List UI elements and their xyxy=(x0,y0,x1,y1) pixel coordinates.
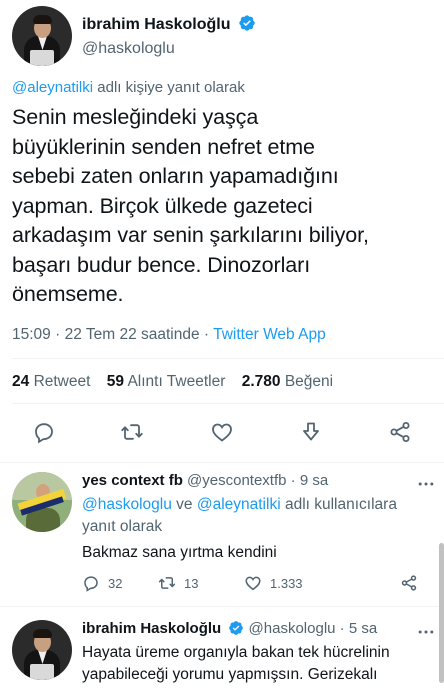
more-options-icon[interactable] xyxy=(416,474,436,494)
retweets-count: 24 xyxy=(12,373,30,390)
reply-time[interactable]: 9 sa xyxy=(300,472,328,489)
reply-action-bar: 32 13 1.333 xyxy=(82,574,442,594)
retweet-icon xyxy=(158,577,176,589)
tweet-text-line: yapman. Birçok ülkede gazeteci xyxy=(12,193,313,218)
author-handle[interactable]: @haskologlu xyxy=(82,40,175,58)
tweet-source-link[interactable]: Twitter Web App xyxy=(213,326,326,343)
share-icon[interactable] xyxy=(388,420,412,444)
reply-author-avatar[interactable] xyxy=(12,620,72,680)
reply-context-suffix: adlı kişiye yanıt olarak xyxy=(93,79,245,96)
tweet-time[interactable]: 15:09 xyxy=(12,326,51,343)
tweet-text-line: Senin mesleğindeki yaşça xyxy=(12,105,259,129)
like-count: 1.333 xyxy=(270,575,303,591)
bookmark-icon[interactable] xyxy=(299,420,323,444)
reply-retweet-action[interactable]: 13 xyxy=(158,574,198,592)
like-icon xyxy=(245,576,261,591)
tweet-date[interactable]: 22 Tem 22 saatinde xyxy=(65,326,200,343)
tweet-action-bar xyxy=(0,418,444,448)
tweet-text-line: önemseme. xyxy=(12,282,124,306)
reply-author-name[interactable]: yes context fb xyxy=(82,472,183,489)
reply-body-line: Hayata üreme organıyla bakan tek hücreli… xyxy=(82,644,390,661)
likes-label: Beğeni xyxy=(284,373,334,390)
reply-author-handle[interactable]: @yescontextfb xyxy=(187,472,286,489)
reply-time[interactable]: 5 sa xyxy=(349,620,377,637)
verified-badge-icon xyxy=(229,621,244,635)
meta-separator: · xyxy=(339,620,345,637)
meta-separator: · xyxy=(290,472,296,489)
reply-header: ibrahim Haskoloğlu @haskologlu · 5 sa xyxy=(82,620,377,637)
likes-count: 2.780 xyxy=(241,373,281,390)
reply-context-mention[interactable]: @aleynatilki xyxy=(12,79,93,96)
tweet-stats: 24 Retweet 59 Alıntı Tweetler 2.780 Beğe… xyxy=(12,373,345,391)
reply-body: Bakmaz sana yırtma kendini xyxy=(82,544,277,561)
reply-author-avatar[interactable] xyxy=(12,472,72,532)
reply-author-handle[interactable]: @haskologlu xyxy=(249,620,336,637)
quotes-stat[interactable]: 59 Alıntı Tweetler xyxy=(107,373,226,390)
retweet-count: 13 xyxy=(184,575,199,591)
reply-icon xyxy=(84,576,98,592)
retweet-icon[interactable] xyxy=(120,420,144,444)
share-icon xyxy=(401,575,417,591)
reply-like-action[interactable]: 1.333 xyxy=(244,574,303,592)
meta-separator: · xyxy=(55,326,61,343)
reply-context-text: adlı kullanıcılara xyxy=(280,496,397,513)
reply-context-mention[interactable]: @haskologlu xyxy=(82,496,172,513)
quotes-label: Alıntı Tweetler xyxy=(127,373,226,390)
tweet-text-line: arkadaşım var senin şarkılarını biliyor, xyxy=(12,223,369,247)
divider xyxy=(0,606,444,607)
divider xyxy=(12,358,444,359)
quotes-count: 59 xyxy=(106,373,124,390)
verified-badge-icon xyxy=(239,15,255,31)
reply-author-name[interactable]: ibrahim Haskoloğlu xyxy=(82,620,221,637)
author-display-name[interactable]: ibrahim Haskoloğlu xyxy=(82,14,256,34)
like-icon[interactable] xyxy=(210,420,234,444)
likes-stat[interactable]: 2.780 Beğeni xyxy=(242,373,333,390)
reply-context-line2: yanıt olarak xyxy=(82,518,163,535)
reply-context: @aleynatilki adlı kişiye yanıt olarak xyxy=(12,79,245,96)
reply-reply-action[interactable]: 32 xyxy=(82,574,122,592)
reply-context: @haskologlu ve @aleynatilki adlı kullanı… xyxy=(82,494,397,516)
divider xyxy=(0,462,444,463)
tweet-meta: 15:09 · 22 Tem 22 saatinde · Twitter Web… xyxy=(12,326,326,344)
reply-context-text: ve xyxy=(171,496,197,513)
tweet-text-line: sebebi zaten onların yapamadığını xyxy=(12,164,339,188)
more-options-icon[interactable] xyxy=(416,622,436,642)
scrollbar[interactable] xyxy=(439,543,444,683)
reply-count: 32 xyxy=(108,575,123,591)
reply-share-action[interactable] xyxy=(400,574,418,592)
retweets-label: Retweet xyxy=(33,373,91,390)
reply-icon[interactable] xyxy=(32,420,56,444)
author-avatar[interactable] xyxy=(12,6,72,66)
tweet-text-line: başarı budur bence. Dinozorları xyxy=(12,252,311,277)
reply-context-mention[interactable]: @aleynatilki xyxy=(197,496,281,513)
tweet-text: Senin mesleğindeki yaşça büyüklerinin se… xyxy=(12,103,437,310)
tweet-text-line: büyüklerinin senden nefret etme xyxy=(12,134,315,159)
author-name-text: ibrahim Haskoloğlu xyxy=(82,16,231,33)
divider xyxy=(12,403,444,404)
reply-header: yes context fb @yescontextfb · 9 sa xyxy=(82,472,328,489)
reply-body-line: yapabileceği yorumu yapmışsın. Gerizekal… xyxy=(82,666,378,683)
meta-separator: · xyxy=(203,326,210,343)
retweets-stat[interactable]: 24 Retweet xyxy=(12,373,90,390)
